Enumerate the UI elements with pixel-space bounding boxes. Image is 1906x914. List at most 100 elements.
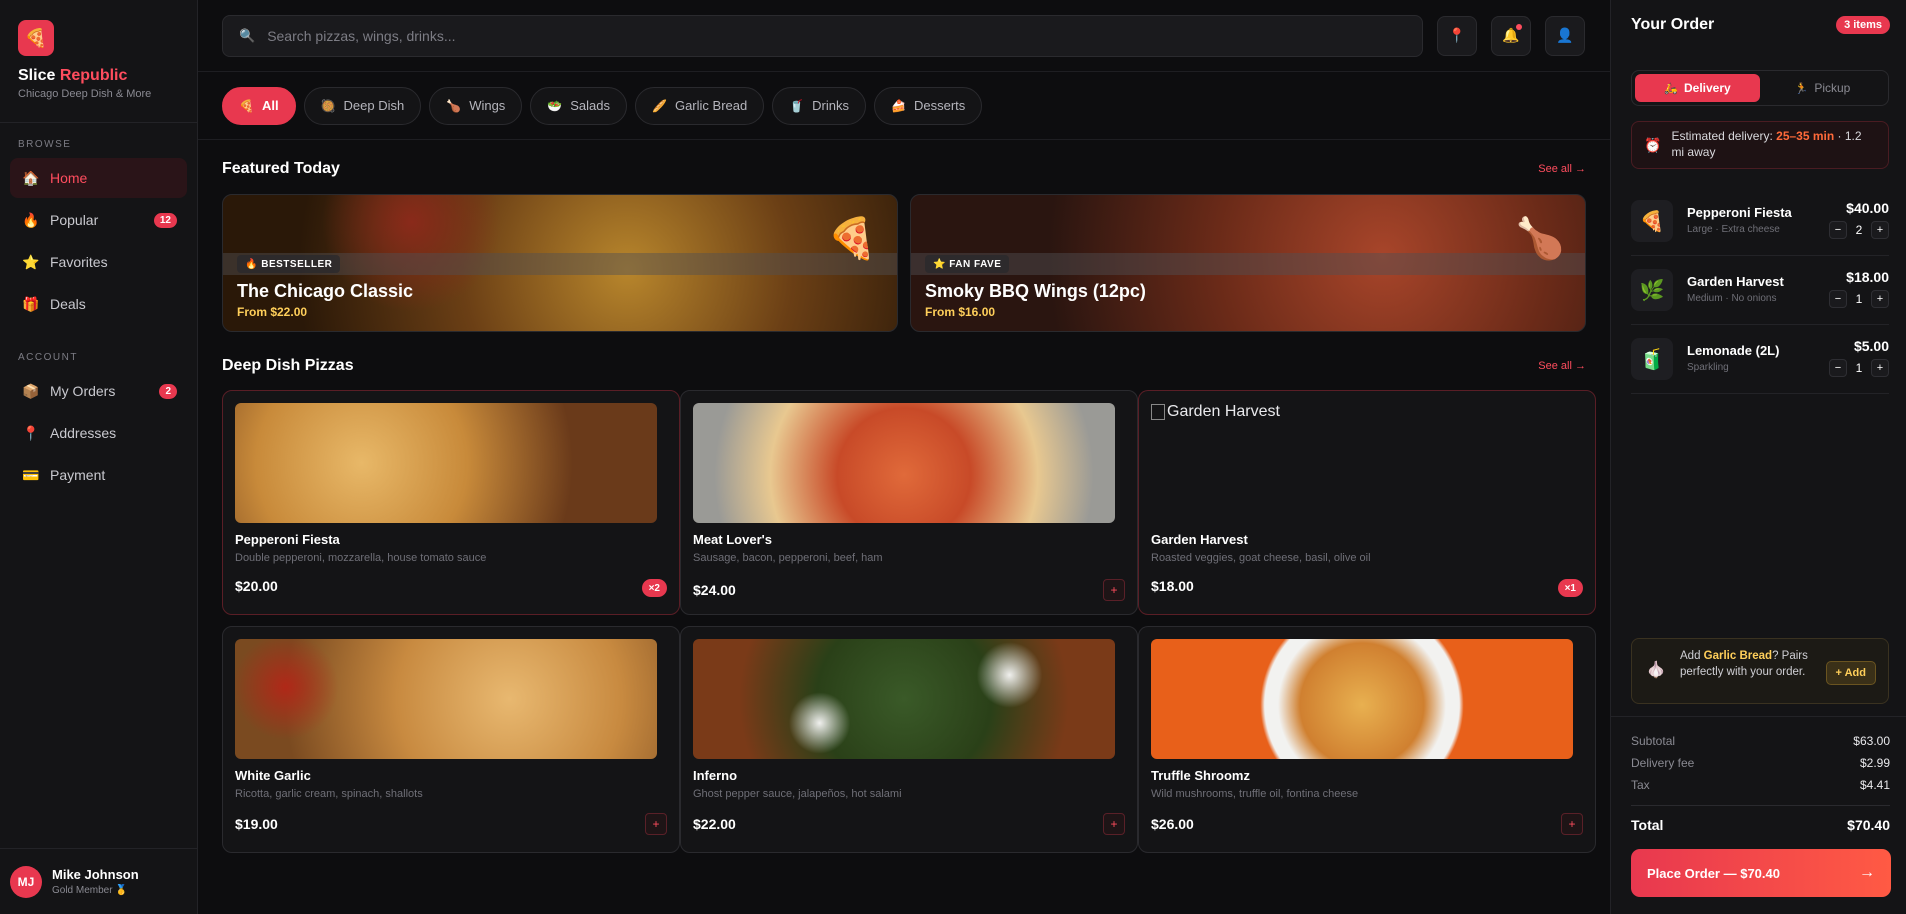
product-card-pepperoni-fiesta[interactable]: Pepperoni Fiesta Double pepperoni, mozza… [222,390,680,615]
pizza-icon: 🍕 [827,217,877,261]
broken-image-placeholder: Garden Harvest [1151,403,1280,421]
increase-quantity-button[interactable]: + [1871,290,1889,308]
sidebar-item-favorites[interactable]: ⭐ Favorites [10,242,187,282]
sidebar-item-addresses[interactable]: 📍 Addresses [10,413,187,453]
featured-see-all-link[interactable]: See all → [1538,163,1586,175]
pizza-logo-icon[interactable]: 🍕 [18,20,54,56]
product-price: $24.00 [693,582,736,598]
delivery-fee-row: Delivery fee $2.99 [1631,756,1890,770]
deep-dish-see-all-link[interactable]: See all → [1538,360,1586,372]
upsell-garlic-bread: 🧄 Add Garlic Bread? Pairs perfectly with… [1631,638,1889,704]
user-profile[interactable]: MJ Mike Johnson Gold Member 🥇 [0,848,197,914]
quantity-value: 1 [1855,361,1863,375]
add-to-cart-button[interactable]: + [1103,813,1125,835]
browse-section-title: BROWSE [18,139,72,150]
deep-dish-header: Deep Dish Pizzas See all → [222,357,1586,375]
top-bar: 🔍 Search pizzas, wings, drinks... 📍 🔔 👤 [198,0,1610,72]
product-card-truffle-shroomz[interactable]: Truffle Shroomz Wild mushrooms, truffle … [1138,626,1596,853]
profile-button[interactable]: 👤 [1545,15,1585,56]
brand-name-part-1: Slice [18,67,56,84]
category-label: Garlic Bread [674,98,748,113]
upsell-product: Garlic Bread [1703,650,1773,662]
upsell-prefix: Add [1680,650,1704,662]
brand: 🍕 Slice Republic Chicago Deep Dish & Mor… [0,0,197,123]
scooter-icon: 🛵 [1664,82,1678,95]
product-image [693,639,1115,759]
deep-dish-icon: 🥘 [320,98,336,113]
notifications-button[interactable]: 🔔 [1491,15,1531,56]
sidebar-item-deals[interactable]: 🎁 Deals [10,284,187,324]
order-item-price: $18.00 [1846,269,1889,285]
category-chip-desserts[interactable]: 🍰 Desserts [874,86,983,125]
order-item-options: Sparkling [1687,362,1729,373]
product-card-white-garlic[interactable]: White Garlic Ricotta, garlic cream, spin… [222,626,680,853]
add-to-cart-button[interactable]: + [1103,579,1125,601]
product-card-garden-harvest[interactable]: Garden Harvest Garden Harvest Roasted ve… [1138,390,1596,615]
order-panel: Your Order 3 items 🛵 Delivery 🏃 Pickup ⏰ E… [1610,0,1906,914]
upsell-add-button[interactable]: + Add [1825,661,1876,685]
juice-box-icon: 🧃 [1631,338,1673,380]
category-chip-drinks[interactable]: 🥤 Drinks [772,86,867,125]
category-chip-all[interactable]: 🍕 All [222,86,296,125]
brand-tagline: Chicago Deep Dish & More [18,88,152,100]
delivery-fee-label: Delivery fee [1631,756,1695,770]
tax-row: Tax $4.41 [1631,778,1890,792]
product-card-inferno[interactable]: Inferno Ghost pepper sauce, jalapeños, h… [680,626,1138,853]
product-card-meat-lovers[interactable]: Meat Lover's Sausage, bacon, pepperoni, … [680,390,1138,615]
increase-quantity-button[interactable]: + [1871,221,1889,239]
decrease-quantity-button[interactable]: − [1829,221,1847,239]
decrease-quantity-button[interactable]: − [1829,359,1847,377]
sidebar-item-my-orders[interactable]: 📦 My Orders 2 [10,371,187,411]
browse-section: BROWSE 🏠 Home 🔥 Popular 12 ⭐ Favorites 🎁… [0,123,197,324]
subtotal-label: Subtotal [1631,734,1676,748]
pickup-label: Pickup [1814,81,1851,95]
delivery-option[interactable]: 🛵 Delivery [1635,74,1760,102]
deep-dish-title: Deep Dish Pizzas [222,357,354,374]
quantity-value: 2 [1855,223,1863,237]
add-to-cart-button[interactable]: + [1561,813,1583,835]
user-icon: 👤 [1556,27,1574,43]
featured-card-title: Smoky BBQ Wings (12pc) [925,281,1146,301]
category-chip-deep-dish[interactable]: 🥘 Deep Dish [303,86,422,125]
home-icon: 🏠 [22,169,40,186]
notification-dot [1516,23,1522,30]
category-chip-salads[interactable]: 🥗 Salads [530,86,628,125]
search-input[interactable]: 🔍 Search pizzas, wings, drinks... [222,14,1423,57]
sidebar: 🍕 Slice Republic Chicago Deep Dish & Mor… [0,0,198,914]
search-icon: 🔍 [239,27,256,43]
search-placeholder: Search pizzas, wings, drinks... [267,27,456,44]
sidebar-item-payment[interactable]: 💳 Payment [10,455,187,495]
product-description: Wild mushrooms, truffle oil, fontina che… [1151,788,1359,800]
order-item-options: Large · Extra cheese [1687,224,1780,235]
increase-quantity-button[interactable]: + [1871,359,1889,377]
product-description: Double pepperoni, mozzarella, house toma… [235,552,487,564]
avatar: MJ [10,865,42,898]
decrease-quantity-button[interactable]: − [1829,290,1847,308]
sidebar-item-popular[interactable]: 🔥 Popular 12 [10,200,187,240]
total-row: Total $70.40 [1631,817,1890,833]
product-price: $18.00 [1151,578,1194,594]
pickup-option[interactable]: 🏃 Pickup [1760,74,1885,102]
place-order-button[interactable]: Place Order — $70.40 → [1631,849,1891,897]
category-label: Salads [570,98,611,113]
sidebar-item-label: Home [50,170,88,186]
tax-value: $4.41 [1859,778,1890,792]
salad-icon: 🥗 [547,98,563,113]
sidebar-item-label: My Orders [50,383,116,399]
product-description: Ricotta, garlic cream, spinach, shallots [235,788,423,800]
product-price: $22.00 [693,816,736,832]
featured-card-chicago-classic[interactable]: 🍕 🔥 BESTSELLER The Chicago Classic From … [222,194,898,332]
delivery-label: Delivery [1684,81,1731,95]
category-chip-garlic-bread[interactable]: 🥖 Garlic Bread [635,86,765,125]
order-item-count-badge: 3 items [1836,16,1890,34]
sidebar-item-home[interactable]: 🏠 Home [10,158,187,198]
cart-quantity-badge: ×2 [641,579,667,597]
order-header: Your Order 3 items [1631,16,1890,34]
category-chip-wings[interactable]: 🍗 Wings [429,86,523,125]
location-button[interactable]: 📍 [1437,15,1477,56]
featured-tag-label: FAN FAVE [949,258,1002,270]
herb-icon: 🌿 [1631,269,1673,311]
add-to-cart-button[interactable]: + [645,813,667,835]
featured-card-bbq-wings[interactable]: 🍗 ⭐ FAN FAVE Smoky BBQ Wings (12pc) From… [910,194,1586,332]
featured-card-price: From $16.00 [925,305,996,319]
